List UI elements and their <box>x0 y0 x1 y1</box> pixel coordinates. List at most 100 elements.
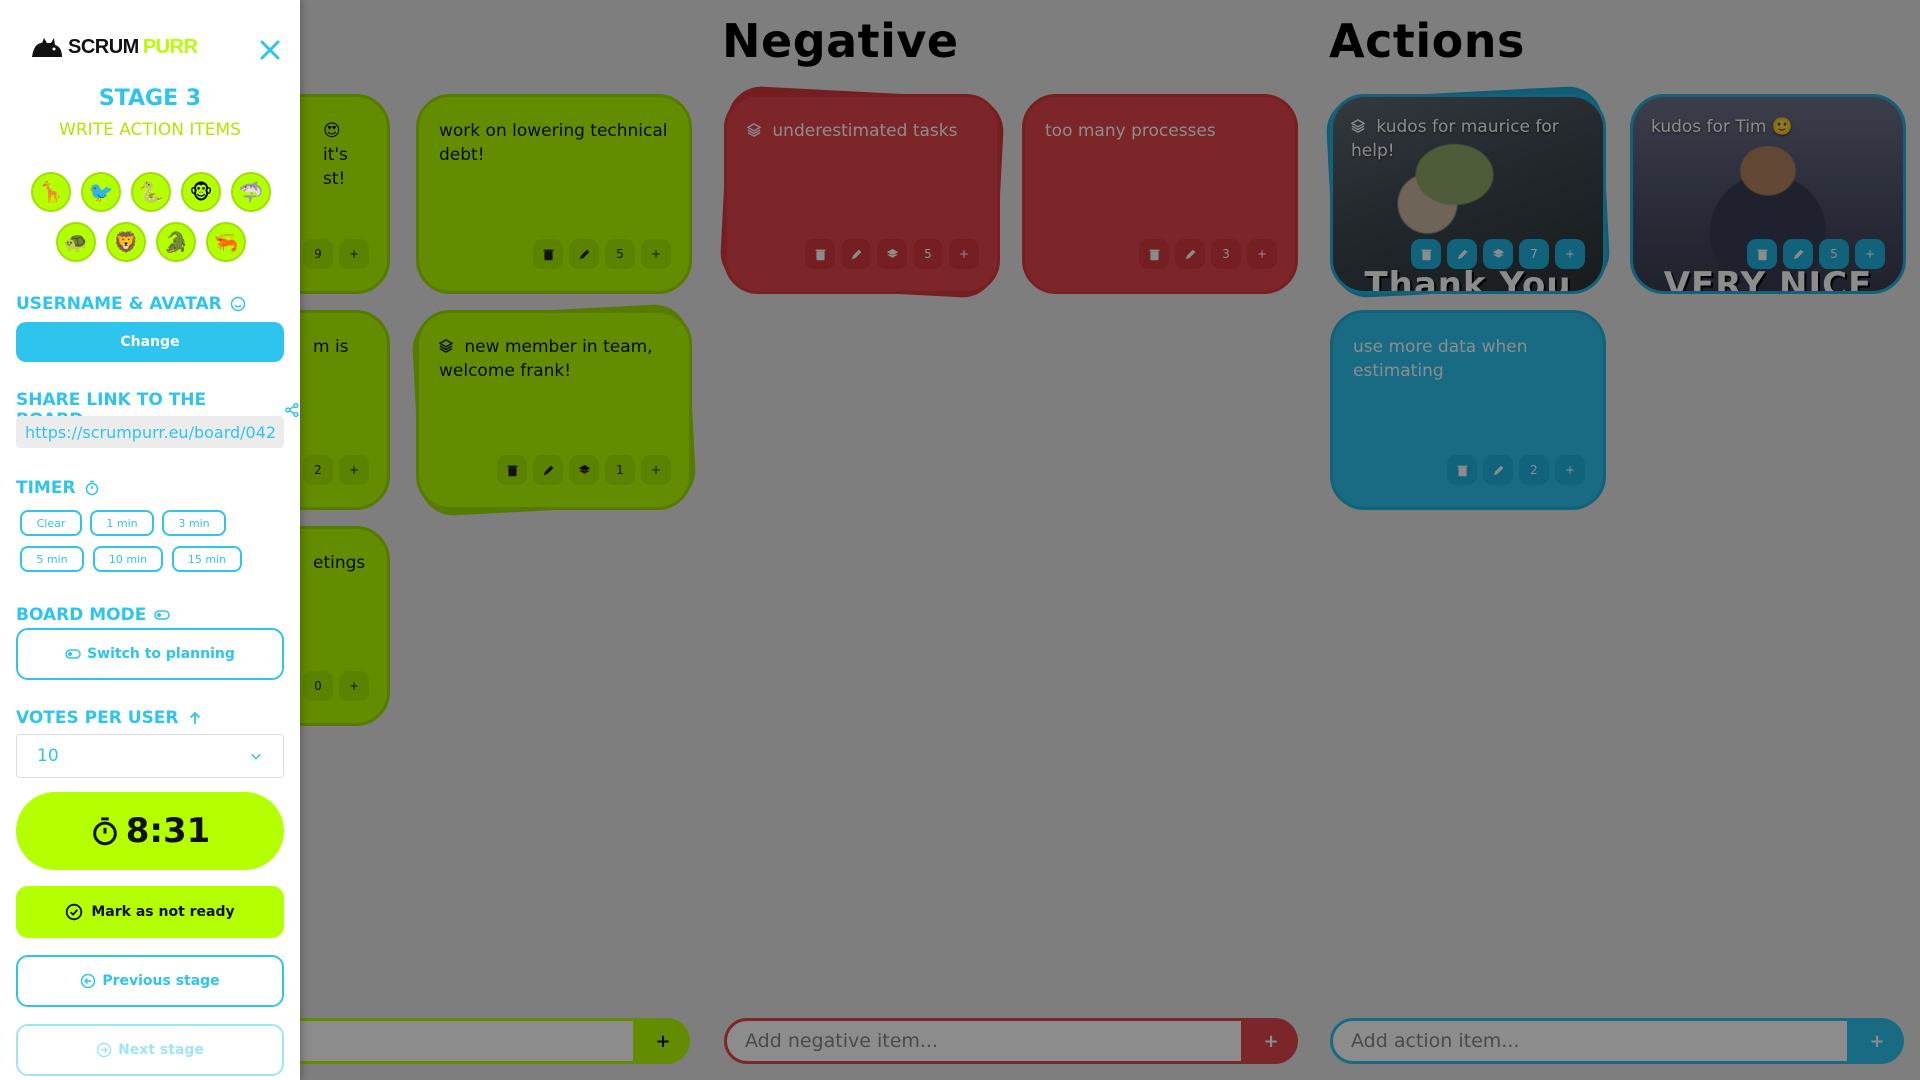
close-icon[interactable] <box>258 38 282 62</box>
card-negative-stacked[interactable]: underestimated tasks 5 + <box>724 94 1000 294</box>
card-text: work on lowering technical debt! <box>439 121 668 165</box>
stack-icon <box>1351 119 1365 133</box>
timer-15min-button[interactable]: 15 min <box>172 546 242 572</box>
add-negative-row: Add negative item... + <box>724 1018 1298 1064</box>
edit-icon[interactable] <box>569 239 599 269</box>
previous-stage-button[interactable]: Previous stage <box>16 955 284 1007</box>
add-positive-row: + <box>290 1018 690 1064</box>
card-tools: 9 + <box>303 239 369 269</box>
unstack-icon[interactable] <box>1483 239 1513 269</box>
unstack-icon[interactable] <box>569 455 599 485</box>
edit-icon[interactable] <box>1483 455 1513 485</box>
card-text: new member in team, welcome frank! <box>439 337 653 381</box>
card-text: use more data when estimating <box>1353 337 1528 381</box>
votes-per-user-select[interactable]: 10 <box>16 734 284 778</box>
stopwatch-icon <box>92 817 117 846</box>
vote-plus-button[interactable]: + <box>949 239 979 269</box>
smile-icon <box>230 296 245 312</box>
giraffe-avatar[interactable]: 🦒 <box>31 172 71 212</box>
card-tools: 5 + <box>1747 239 1885 269</box>
stack-icon <box>747 123 761 137</box>
edit-icon[interactable] <box>841 239 871 269</box>
emoji-icon: 😍 <box>323 121 341 141</box>
vote-plus-button[interactable]: + <box>339 671 369 701</box>
board-mode-section-label: BOARD MODE <box>16 605 171 625</box>
edit-icon[interactable] <box>1783 239 1813 269</box>
turtle-avatar[interactable]: 🐢 <box>56 222 96 262</box>
vote-plus-button[interactable]: + <box>1855 239 1885 269</box>
arrow-right-circle-icon <box>96 1042 112 1058</box>
card-action[interactable]: use more data when estimating 2 + <box>1330 310 1606 510</box>
add-negative-input[interactable]: Add negative item... <box>724 1018 1244 1064</box>
card-action-gif[interactable]: kudos for maurice for help! Thank You 7 … <box>1330 94 1606 294</box>
vote-plus-button[interactable]: + <box>339 239 369 269</box>
gif-caption: Thank You <box>1364 265 1572 294</box>
settings-sidebar: SCRUM PURR STAGE 3 WRITE ACTION ITEMS 🦒 🐦… <box>0 0 300 1080</box>
edit-icon[interactable] <box>1447 239 1477 269</box>
bird-avatar[interactable]: 🐦 <box>81 172 121 212</box>
emoji-icon: 🙂 <box>1771 117 1794 137</box>
add-positive-input[interactable] <box>290 1018 636 1064</box>
vote-count: 5 <box>605 239 635 269</box>
timer-10min-button[interactable]: 10 min <box>93 546 163 572</box>
monkey-avatar[interactable]: 🐵 <box>181 172 221 212</box>
card-negative[interactable]: too many processes 3 + <box>1022 94 1298 294</box>
edit-icon[interactable] <box>533 455 563 485</box>
card-positive-stacked[interactable]: new member in team, welcome frank! 1 + <box>416 310 692 510</box>
vote-plus-button[interactable]: + <box>641 239 671 269</box>
vote-count: 5 <box>913 239 943 269</box>
avatar-row: 🦒 🐦 🐍 🐵 🦈 <box>26 172 276 212</box>
timer-5min-button[interactable]: 5 min <box>20 546 84 572</box>
delete-icon[interactable] <box>805 239 835 269</box>
card-text: kudos for maurice for help! <box>1351 117 1559 161</box>
delete-icon[interactable] <box>497 455 527 485</box>
delete-icon[interactable] <box>533 239 563 269</box>
add-positive-button[interactable]: + <box>636 1018 690 1064</box>
vote-plus-button[interactable]: + <box>1555 239 1585 269</box>
card-text: kudos for Tim <box>1651 117 1767 137</box>
vote-count: 3 <box>1211 239 1241 269</box>
card-tools: 5 + <box>533 239 671 269</box>
card-tools: 1 + <box>497 455 671 485</box>
card-tools: 3 + <box>1139 239 1277 269</box>
card-text: it's st! <box>323 145 348 189</box>
column-title-actions: Actions <box>1329 14 1525 68</box>
delete-icon[interactable] <box>1139 239 1169 269</box>
shark-avatar[interactable]: 🦈 <box>231 172 271 212</box>
vote-plus-button[interactable]: + <box>641 455 671 485</box>
add-negative-button[interactable]: + <box>1244 1018 1298 1064</box>
mark-not-ready-button[interactable]: Mark as not ready <box>16 886 284 938</box>
change-avatar-button[interactable]: Change <box>16 322 284 362</box>
delete-icon[interactable] <box>1447 455 1477 485</box>
timer-1min-button[interactable]: 1 min <box>90 510 154 536</box>
vote-plus-button[interactable]: + <box>1555 455 1585 485</box>
card-action-gif[interactable]: kudos for Tim 🙂 VERY NICE 5 + <box>1630 94 1906 294</box>
add-action-button[interactable]: + <box>1850 1018 1904 1064</box>
delete-icon[interactable] <box>1411 239 1441 269</box>
crocodile-avatar[interactable]: 🐊 <box>156 222 196 262</box>
card-tools: 5 + <box>805 239 979 269</box>
votes-section-label: VOTES PER USER <box>16 708 203 728</box>
shrimp-avatar[interactable]: 🦐 <box>206 222 246 262</box>
username-section-label: USERNAME & AVATAR <box>16 294 246 314</box>
cat-logo-icon <box>32 37 62 57</box>
vote-count: 2 <box>303 455 333 485</box>
lion-avatar[interactable]: 🦁 <box>106 222 146 262</box>
next-stage-button[interactable]: Next stage <box>16 1024 284 1076</box>
vote-plus-button[interactable]: + <box>1247 239 1277 269</box>
edit-icon[interactable] <box>1175 239 1205 269</box>
vote-plus-button[interactable]: + <box>339 455 369 485</box>
card-positive[interactable]: work on lowering technical debt! 5 + <box>416 94 692 294</box>
stopwatch-icon <box>85 480 98 496</box>
delete-icon[interactable] <box>1747 239 1777 269</box>
snake-avatar[interactable]: 🐍 <box>131 172 171 212</box>
switch-to-planning-button[interactable]: Switch to planning <box>16 628 284 680</box>
add-action-input[interactable]: Add action item... <box>1330 1018 1850 1064</box>
timer-clear-button[interactable]: Clear <box>20 510 82 536</box>
card-tools: 2 + <box>303 455 369 485</box>
unstack-icon[interactable] <box>877 239 907 269</box>
share-icon[interactable] <box>284 402 300 418</box>
share-link-input[interactable]: https://scrumpurr.eu/board/042 <box>16 416 284 448</box>
vote-count: 0 <box>303 671 333 701</box>
timer-3min-button[interactable]: 3 min <box>162 510 226 536</box>
